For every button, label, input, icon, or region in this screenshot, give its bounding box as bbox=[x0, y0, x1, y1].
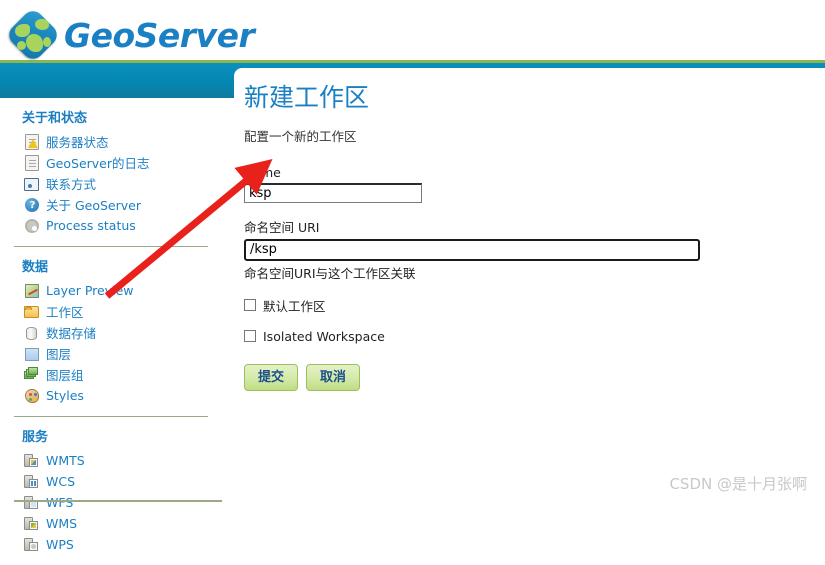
database-cylinder-icon bbox=[24, 325, 40, 341]
logo-text: GeoServer bbox=[64, 15, 255, 55]
service-wps-icon bbox=[24, 537, 40, 553]
sidebar-group-about: 关于和状态 服务器状态 GeoServer的日志 联系方式 关于 Geo bbox=[0, 98, 222, 246]
sidebar-item-wps[interactable]: WPS bbox=[0, 534, 222, 555]
uri-field-block: 命名空间 URI 命名空间URI与这个工作区关联 bbox=[244, 217, 825, 282]
contact-card-icon bbox=[24, 176, 40, 192]
sidebar-item-workspaces[interactable]: 工作区 bbox=[0, 301, 222, 322]
isolated-workspace-checkbox[interactable] bbox=[244, 330, 256, 342]
sidebar-item-label: GeoServer的日志 bbox=[46, 156, 150, 171]
server-status-icon bbox=[24, 133, 40, 150]
name-field-label: Name bbox=[244, 164, 281, 180]
sidebar-group-title-data: 数据 bbox=[22, 260, 49, 275]
sidebar-item-server-status[interactable]: 服务器状态 bbox=[0, 131, 222, 152]
gear-icon bbox=[24, 218, 40, 234]
globe-icon bbox=[4, 6, 62, 64]
app-header: GeoServer bbox=[0, 0, 825, 64]
sidebar-item-label: 数据存储 bbox=[46, 326, 97, 341]
sidebar-item-layer-groups[interactable]: 图层组 bbox=[0, 364, 222, 385]
sidebar-item-wmts[interactable]: WMTS bbox=[0, 450, 222, 471]
folder-icon bbox=[24, 304, 40, 320]
sidebar-item-wfs[interactable]: WFS bbox=[0, 492, 222, 513]
sidebar-bottom-divider bbox=[14, 500, 222, 502]
watermark-text: CSDN @是十月张啊 bbox=[669, 475, 807, 493]
sidebar-item-stores[interactable]: 数据存储 bbox=[0, 322, 222, 343]
cancel-button[interactable]: 取消 bbox=[306, 363, 361, 391]
default-workspace-checkbox[interactable] bbox=[244, 299, 256, 311]
default-workspace-checkbox-row[interactable]: 默认工作区 bbox=[244, 296, 825, 315]
help-circle-icon bbox=[24, 197, 40, 214]
service-wmts-icon bbox=[24, 453, 40, 469]
form-button-row: 提交 取消 bbox=[244, 363, 825, 391]
sidebar-item-label: Styles bbox=[46, 388, 84, 403]
sidebar-item-wms[interactable]: WMS bbox=[0, 513, 222, 534]
service-wfs-icon bbox=[24, 495, 40, 511]
uri-field-hint: 命名空间URI与这个工作区关联 bbox=[244, 265, 416, 281]
sidebar-item-wcs[interactable]: WCS bbox=[0, 471, 222, 492]
service-wcs-icon bbox=[24, 474, 40, 490]
palette-icon bbox=[24, 388, 40, 404]
sidebar-item-label: WPS bbox=[46, 537, 74, 552]
sidebar-item-label: Process status bbox=[46, 218, 136, 233]
sidebar-group-title-about: 关于和状态 bbox=[22, 111, 88, 126]
sidebar-item-label: WCS bbox=[46, 474, 76, 489]
sidebar-item-label: 联系方式 bbox=[46, 177, 97, 192]
sidebar-item-about-geoserver[interactable]: 关于 GeoServer bbox=[0, 194, 222, 215]
log-page-icon bbox=[24, 154, 40, 171]
sidebar-group-data: 数据 Layer Preview 工作区 数据存储 图层 图层组 Styles bbox=[0, 247, 222, 416]
uri-field-label: 命名空间 URI bbox=[244, 219, 320, 235]
isolated-workspace-checkbox-row[interactable]: Isolated Workspace bbox=[244, 329, 825, 344]
sidebar-item-label: 服务器状态 bbox=[46, 135, 109, 150]
sidebar-item-label: Layer Preview bbox=[46, 283, 134, 298]
sidebar-item-styles[interactable]: Styles bbox=[0, 385, 222, 406]
sidebar-item-layer-preview[interactable]: Layer Preview bbox=[0, 280, 222, 301]
geoserver-logo[interactable]: GeoServer bbox=[4, 6, 255, 64]
sidebar-group-title-services: 服务 bbox=[22, 430, 49, 445]
page-subtitle: 配置一个新的工作区 bbox=[244, 128, 357, 144]
name-input[interactable] bbox=[244, 182, 422, 203]
layer-group-icon bbox=[24, 366, 40, 383]
sidebar-item-label: WMTS bbox=[46, 453, 85, 468]
sidebar-nav: 关于和状态 服务器状态 GeoServer的日志 联系方式 关于 Geo bbox=[0, 98, 222, 552]
service-wms-icon bbox=[24, 516, 40, 532]
sidebar-group-services: 服务 WMTS WCS WFS WMS WPS bbox=[0, 417, 222, 565]
sidebar-item-layers[interactable]: 图层 bbox=[0, 343, 222, 364]
content-panel: 新建工作区 配置一个新的工作区 Name 命名空间 URI 命名空间URI与这个… bbox=[234, 68, 825, 508]
sidebar-item-label: 工作区 bbox=[46, 305, 84, 320]
sidebar-item-geoserver-logs[interactable]: GeoServer的日志 bbox=[0, 152, 222, 173]
sidebar-item-label: 关于 GeoServer bbox=[46, 198, 141, 213]
sidebar-item-label: WMS bbox=[46, 516, 78, 531]
isolated-workspace-label: Isolated Workspace bbox=[263, 328, 385, 344]
sidebar-item-label: 图层组 bbox=[46, 368, 84, 383]
sidebar-item-contact[interactable]: 联系方式 bbox=[0, 173, 222, 194]
layer-square-icon bbox=[24, 346, 40, 362]
submit-button[interactable]: 提交 bbox=[244, 363, 299, 391]
namespace-uri-input[interactable] bbox=[244, 238, 700, 261]
default-workspace-label: 默认工作区 bbox=[263, 298, 326, 314]
sidebar-item-process-status[interactable]: Process status bbox=[0, 215, 222, 236]
map-preview-icon bbox=[24, 283, 40, 299]
name-field-block: Name bbox=[244, 165, 825, 203]
sidebar-item-label: 图层 bbox=[46, 347, 72, 362]
page-title: 新建工作区 bbox=[244, 83, 370, 112]
